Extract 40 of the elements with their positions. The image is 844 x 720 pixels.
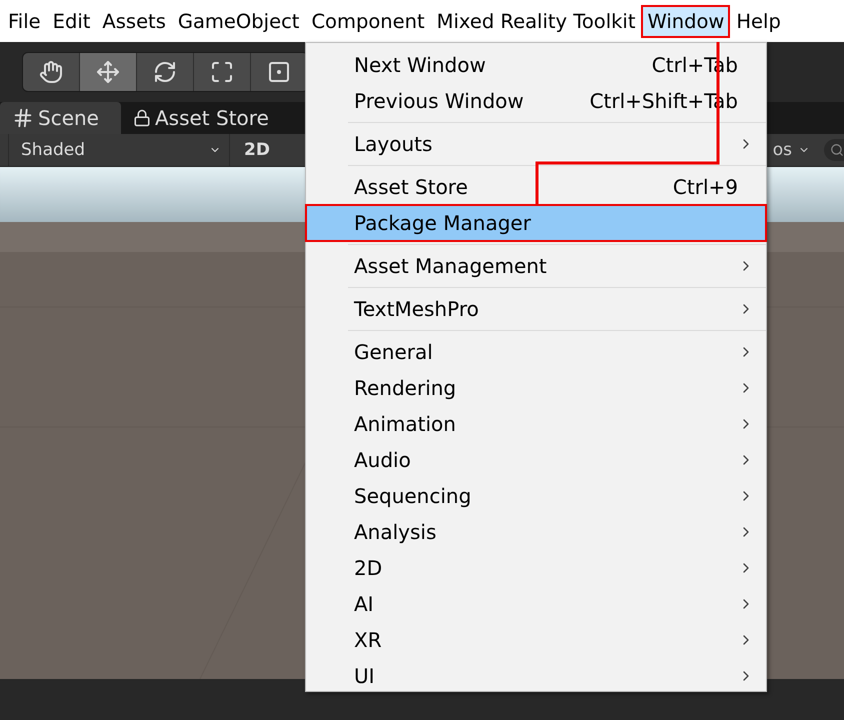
editor-tab[interactable]: Scene <box>0 102 121 134</box>
2d-toggle[interactable]: 2D <box>230 140 284 160</box>
menu-bar-item[interactable]: Assets <box>97 6 171 36</box>
menu-item[interactable]: Audio <box>306 442 766 478</box>
menu-item[interactable]: AI <box>306 586 766 622</box>
hand-icon <box>39 60 63 84</box>
menu-item[interactable]: XR <box>306 622 766 658</box>
tool-button[interactable] <box>23 53 80 91</box>
menu-item[interactable]: Asset Management <box>306 248 766 284</box>
menu-bar-item[interactable]: Edit <box>48 6 96 36</box>
menu-item[interactable]: Layouts <box>306 126 766 162</box>
menu-item[interactable]: TextMeshPro <box>306 291 766 327</box>
menu-bar-item[interactable]: Help <box>731 6 786 36</box>
tool-button[interactable] <box>194 53 251 91</box>
menu-bar-item[interactable]: Component <box>306 6 430 36</box>
shading-dropdown[interactable]: Shaded <box>8 134 230 166</box>
menu-item[interactable]: General <box>306 334 766 370</box>
grid-icon <box>12 107 34 129</box>
menu-bar-item[interactable]: Mixed Reality Toolkit <box>432 6 640 36</box>
scale-icon <box>210 60 234 84</box>
search-field[interactable] <box>824 139 844 161</box>
menu-item[interactable]: Sequencing <box>306 478 766 514</box>
rotate-icon <box>153 60 177 84</box>
lock-icon <box>132 109 151 127</box>
move-icon <box>96 60 120 84</box>
menu-bar-item[interactable]: Window <box>642 6 730 36</box>
gizmos-dropdown[interactable]: os <box>772 140 814 160</box>
menu-item[interactable]: UI <box>306 658 766 694</box>
tool-button[interactable] <box>251 53 308 91</box>
menu-item[interactable]: 2D <box>306 550 766 586</box>
tool-button[interactable] <box>137 53 194 91</box>
menu-item[interactable]: Rendering <box>306 370 766 406</box>
search-icon <box>830 143 844 157</box>
menu-item[interactable]: Animation <box>306 406 766 442</box>
menu-item[interactable]: Analysis <box>306 514 766 550</box>
editor-tab[interactable]: Asset Store <box>120 102 291 134</box>
menu-bar-item[interactable]: File <box>3 6 46 36</box>
menu-bar-item[interactable]: GameObject <box>172 6 304 36</box>
menu-item[interactable]: Package Manager <box>306 205 766 241</box>
rect-tool-icon <box>267 60 291 84</box>
